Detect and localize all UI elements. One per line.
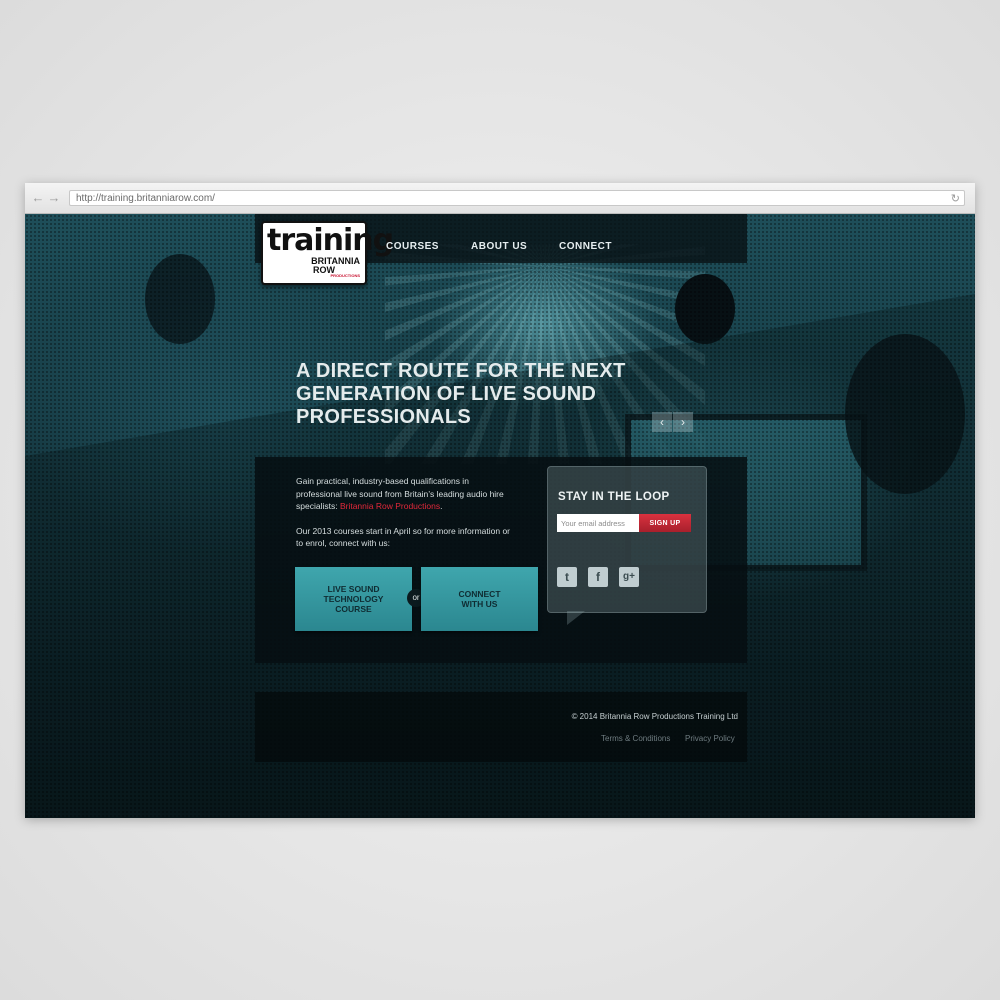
intro-paragraph-2: Our 2013 courses start in April so for m… — [296, 525, 511, 549]
back-arrow-icon[interactable]: ← — [31, 191, 45, 205]
address-url: http://training.britanniarow.com/ — [76, 193, 215, 204]
browser-window: ← → http://training.britanniarow.com/ ↻ … — [25, 183, 975, 818]
live-sound-course-button[interactable]: LIVE SOUND TECHNOLOGY COURSE — [295, 567, 412, 631]
email-input[interactable] — [557, 514, 639, 532]
privacy-link[interactable]: Privacy Policy — [685, 734, 735, 743]
address-bar[interactable]: http://training.britanniarow.com/ ↻ — [69, 190, 965, 206]
intro-text: Gain practical, industry-based qualifica… — [296, 475, 511, 550]
speech-bubble-tail — [567, 611, 585, 625]
google-plus-icon[interactable]: g+ — [619, 567, 639, 587]
nav-connect[interactable]: CONNECT — [559, 241, 612, 252]
connect-with-us-button[interactable]: CONNECT WITH US — [421, 567, 538, 631]
site-logo[interactable]: training BRITANNIA ROW PRODUCTIONS — [261, 221, 394, 285]
footer — [255, 692, 747, 762]
terms-link[interactable]: Terms & Conditions — [601, 734, 670, 743]
forward-arrow-icon[interactable]: → — [47, 191, 61, 205]
newsletter-box — [547, 466, 707, 613]
intro-paragraph-1-end: . — [440, 501, 443, 511]
reload-icon[interactable]: ↻ — [951, 191, 960, 207]
newsletter-title: STAY IN THE LOOP — [558, 491, 670, 503]
logo-wordmark: training — [267, 223, 394, 258]
intro-paragraph-1: Gain practical, industry-based qualifica… — [296, 475, 511, 513]
slider-next-icon[interactable]: › — [673, 412, 693, 432]
hero-headline: A DIRECT ROUTE FOR THE NEXT GENERATION O… — [296, 360, 626, 428]
nav-about-us[interactable]: ABOUT US — [471, 241, 527, 252]
britannia-row-link[interactable]: Britannia Row Productions — [340, 501, 440, 511]
browser-toolbar: ← → http://training.britanniarow.com/ ↻ — [25, 183, 975, 214]
twitter-icon[interactable]: t — [557, 567, 577, 587]
nav-courses[interactable]: COURSES — [386, 241, 439, 252]
logo-tag: PRODUCTIONS — [330, 273, 360, 278]
page-viewport: training BRITANNIA ROW PRODUCTIONS COURS… — [25, 214, 975, 818]
slider-prev-icon[interactable]: ‹ — [652, 412, 672, 432]
footer-copyright: © 2014 Britannia Row Productions Trainin… — [571, 712, 738, 721]
signup-button[interactable]: SIGN UP — [639, 514, 691, 532]
facebook-icon[interactable]: f — [588, 567, 608, 587]
